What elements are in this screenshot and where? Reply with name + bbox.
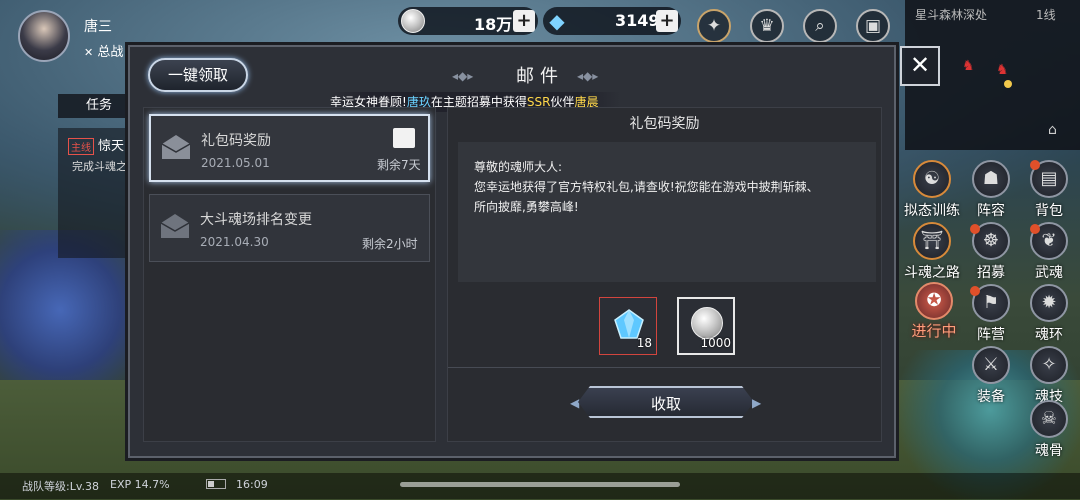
event-banner[interactable]: ✪ 进行中 <box>904 282 964 350</box>
reward-count: 1000 <box>700 336 731 350</box>
add-coins-button[interactable]: + <box>513 10 535 32</box>
side-label: 阵营 <box>977 327 1005 343</box>
side-item-equipment[interactable]: ⚔ 装备 <box>963 346 1019 408</box>
side-item-soul-skill[interactable]: ✧ 魂技 <box>1021 346 1077 408</box>
notification-dot <box>1030 160 1040 170</box>
mail-item[interactable]: 大斗魂场排名变更 2021.04.30 剩余2小时 <box>149 194 430 262</box>
side-item-mimic-training[interactable]: ☯ 拟态训练 <box>904 160 960 222</box>
side-item-soul-ring[interactable]: ✹ 魂环 <box>1021 284 1077 346</box>
attachment-gift-icon <box>393 128 415 148</box>
notification-dot <box>970 224 980 234</box>
mail-remaining: 剩余2小时 <box>362 237 418 251</box>
notification-dot <box>970 286 980 296</box>
soul-ring-icon: ✹ <box>1030 284 1068 322</box>
side-label: 武魂 <box>1035 265 1063 281</box>
reward-item-gem[interactable]: 18 <box>599 297 657 355</box>
envelope-open-icon <box>161 135 191 159</box>
envelope-open-icon <box>160 214 190 238</box>
side-label: 阵容 <box>977 203 1005 219</box>
combat-power-label: ✕ 总战 <box>84 41 123 60</box>
exp-percent: EXP 14.7% <box>110 478 170 491</box>
divider <box>448 367 880 368</box>
task-tab[interactable]: 任务 <box>58 94 138 118</box>
side-item-lineup[interactable]: ☗ 阵容 <box>963 160 1019 222</box>
side-item-soul-road[interactable]: ⛩ 斗魂之路 <box>904 222 960 284</box>
mail-subject: 大斗魂场排名变更 <box>200 212 312 228</box>
home-indicator[interactable] <box>400 482 680 487</box>
player-avatar[interactable] <box>18 10 70 62</box>
clock: 16:09 <box>236 478 268 491</box>
tower-icon[interactable]: ⌂ <box>1048 122 1057 138</box>
mail-body-line: 所向披靡,勇攀高峰! <box>474 200 579 214</box>
mail-detail-title: 礼包码奖励 <box>629 116 700 132</box>
shop-icon[interactable]: ▣ <box>856 9 890 43</box>
claim-all-button[interactable]: 一键领取 <box>148 58 248 92</box>
combat-label-text: 总战 <box>97 45 124 60</box>
title-ornament-icon: ◂◆▸ <box>577 69 599 83</box>
training-icon: ☯ <box>913 160 951 198</box>
main-quest-tag: 主线 <box>68 138 94 155</box>
side-label: 斗魂之路 <box>904 265 960 281</box>
equipment-icon: ⚔ <box>972 346 1010 384</box>
soul-bone-icon: ☠ <box>1030 400 1068 438</box>
reward-item-coin[interactable]: 1000 <box>677 297 735 355</box>
side-label: 拟态训练 <box>904 203 960 219</box>
notification-dot <box>1030 224 1040 234</box>
side-item-martial-soul[interactable]: ❦ 武魂 <box>1021 222 1077 284</box>
side-label: 装备 <box>977 389 1005 405</box>
gem-icon: ◆ <box>549 9 565 33</box>
coin-icon <box>401 9 425 33</box>
coin-amount: 18万 <box>474 15 513 34</box>
mail-date: 2021.05.01 <box>201 156 270 170</box>
mail-greeting: 尊敬的魂师大人: <box>474 160 563 174</box>
task-description: 完成斗魂之 <box>72 160 127 173</box>
map-line[interactable]: 1线 <box>1036 6 1056 23</box>
mail-item[interactable]: 礼包码奖励 2021.05.01 剩余7天 <box>149 114 430 182</box>
swords-icon: ✕ <box>84 46 94 59</box>
event-icon[interactable]: ✦ <box>697 9 731 43</box>
mail-date: 2021.04.30 <box>200 235 269 249</box>
coin-icon <box>691 307 723 339</box>
arrow-left-icon: ◀ <box>570 396 580 410</box>
map-name: 星斗森林深处 <box>915 8 988 22</box>
mail-subject: 礼包码奖励 <box>201 133 271 149</box>
side-label: 魂环 <box>1035 327 1063 343</box>
side-item-bag[interactable]: ▤ 背包 <box>1021 160 1077 222</box>
task-title: 惊天 <box>98 139 125 154</box>
mail-remaining: 剩余7天 <box>377 158 421 172</box>
search-icon[interactable]: ⌕ <box>803 9 837 43</box>
event-banner-icon: ✪ <box>915 282 953 320</box>
team-level: 战队等级:Lv.38 <box>22 480 99 493</box>
player-name: 唐三 <box>84 19 112 35</box>
collect-button[interactable]: 收取 <box>578 386 754 418</box>
side-item-soul-bone[interactable]: ☠ 魂骨 <box>1021 400 1077 462</box>
soul-road-icon: ⛩ <box>913 222 951 260</box>
side-label: 招募 <box>977 265 1005 281</box>
trophy-icon[interactable]: ♛ <box>750 9 784 43</box>
soul-skill-icon: ✧ <box>1030 346 1068 384</box>
event-banner-text: 进行中 <box>911 322 957 340</box>
battery-icon <box>206 479 226 489</box>
gem-amount: 3149 <box>615 11 660 30</box>
side-label: 背包 <box>1035 203 1063 219</box>
mail-body-line: 您幸运地获得了官方特权礼包,请查收!祝您能在游戏中披荆斩棘、 <box>474 180 819 194</box>
side-label: 魂骨 <box>1035 443 1063 459</box>
arrow-right-icon: ▶ <box>752 396 762 410</box>
reward-count: 18 <box>636 336 652 350</box>
add-gems-button[interactable]: + <box>656 10 678 32</box>
lineup-icon: ☗ <box>972 160 1010 198</box>
